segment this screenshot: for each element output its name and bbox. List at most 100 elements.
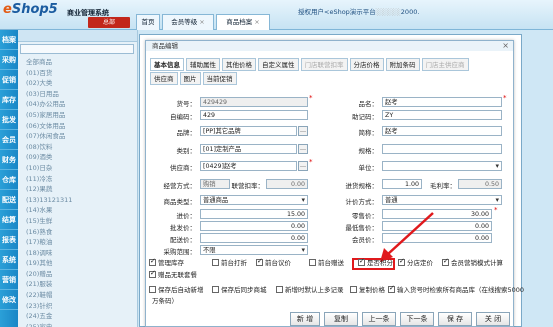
checkbox[interactable] [358,257,365,266]
nav-report[interactable]: 报表 [0,230,18,250]
tree-item[interactable]: (06)文体用品 [26,121,134,132]
supplier-browse-button[interactable]: … [298,161,308,171]
checkbox-option[interactable]: 新增时默认上多记录 [276,286,344,295]
tree-item[interactable]: (07)休闲食品 [26,131,134,142]
dialog-tab[interactable]: 辅助属性 [186,58,220,71]
dialog-tab[interactable]: 附加条码 [385,58,420,71]
category-field[interactable]: [01]定制产品 [200,144,297,154]
checkbox[interactable] [398,257,405,266]
tree-item[interactable]: (18)调味 [26,248,134,259]
tree-item[interactable]: (17)粮油 [26,237,134,248]
tree-item[interactable]: (10)日杂 [26,163,134,174]
nav-inventory[interactable]: 库存 [0,90,18,110]
dialog-tab[interactable]: 门店联营扣率 [300,58,348,71]
checkbox-option[interactable]: 复制价格 [350,286,385,295]
short-name-field[interactable]: 赵考 [382,126,502,136]
checkbox-option[interactable]: 前台议价 [256,257,291,268]
tree-item[interactable]: (05)家居用品 [26,110,134,121]
checkbox[interactable] [442,257,449,266]
mnemonic-field[interactable]: ZY [382,110,502,120]
tree-item[interactable]: (12)果蔬 [26,184,134,195]
tree-item[interactable]: (21)服装 [26,279,134,290]
close-icon[interactable]: × [199,18,204,26]
hq-button[interactable]: 总部 [88,17,130,28]
checkbox[interactable] [149,257,156,266]
nav-finance[interactable]: 财务 [0,150,18,170]
dialog-tab[interactable]: 门店主供应商 [421,58,469,71]
tree-filter-select[interactable] [20,44,134,54]
price-type-select[interactable]: 普通 [382,195,502,205]
tab-item-archive[interactable]: 商品档案 × [216,14,270,30]
tree-item[interactable]: (13)13121311 [26,195,134,206]
checkbox-option[interactable]: 是否积分 [358,257,393,268]
close-icon[interactable]: × [254,18,259,26]
tree-item[interactable]: (22)鞋帽 [26,290,134,301]
gross-rate-field[interactable]: 0.50 [458,179,502,189]
checkbox[interactable] [388,284,395,293]
brand-browse-button[interactable]: … [298,126,308,136]
new-button[interactable]: 新 增 [290,312,320,326]
tree-item[interactable]: (08)饮料 [26,142,134,153]
tree-item[interactable]: (25)家电 [26,322,134,327]
checkbox[interactable] [350,286,357,293]
nav-warehouse[interactable]: 仓库 [0,170,18,190]
nav-promotion[interactable]: 促销 [0,70,18,90]
close-button[interactable]: 关 闭 [476,312,510,326]
checkbox-option[interactable]: 输入货号时检索所有商品库（在线搜索5000 [388,284,524,295]
tree-item[interactable]: (03)日用品 [26,89,134,100]
tree-item[interactable]: (04)办公用品 [26,99,134,110]
checkbox[interactable] [212,259,219,266]
checkbox-option[interactable]: 保存后自动新增 [149,286,204,295]
min-price-field[interactable]: 0.00 [382,221,492,231]
tree-item[interactable]: (23)针织 [26,301,134,312]
tree-item[interactable]: (02)大类 [26,78,134,89]
tree-item[interactable]: (01)百货 [26,68,134,79]
checkbox-option[interactable]: 前台打折 [212,259,247,268]
member-price-field[interactable]: 0.00 [382,233,492,243]
checkbox[interactable] [276,286,283,293]
tree-item[interactable]: (19)其他 [26,258,134,269]
tree-item[interactable]: (11)冷冻 [26,174,134,185]
tree-item[interactable]: (16)熟食 [26,227,134,238]
dialog-tab[interactable]: 图片 [179,72,201,85]
nav-system[interactable]: 系统 [0,250,18,270]
joint-rate-field[interactable]: 0.00 [266,179,308,189]
prev-button[interactable]: 上一条 [362,312,396,326]
wholesale-price-field[interactable]: 0.00 [200,221,308,231]
name-field[interactable]: 赵考 [382,97,502,107]
dialog-tab[interactable]: 基本信息 [150,58,184,71]
dist-price-field[interactable]: 0.00 [200,233,308,243]
copy-button[interactable]: 复制 [324,312,358,326]
checkbox-option[interactable]: 保存后同步商城 [212,286,267,295]
nav-purchase[interactable]: 采购 [0,50,18,70]
tree-item[interactable]: (20)赠品 [26,269,134,280]
checkbox-option[interactable]: 会员营销模式计算 [442,257,503,268]
checkbox-option[interactable]: 分店定价 [398,257,433,268]
nav-member[interactable]: 会员 [0,130,18,150]
in-spec-field[interactable]: 1.00 [382,179,422,189]
nav-distribution[interactable]: 配送 [0,190,18,210]
checkbox-option[interactable]: 前台赠送 [309,259,344,268]
tree-item[interactable]: 全部商品 [26,57,134,68]
tree-item[interactable]: (14)水果 [26,205,134,216]
checkbox[interactable] [149,269,156,278]
nav-marketing[interactable]: 营销 [0,270,18,290]
spec-field[interactable] [382,144,502,154]
nav-settlement[interactable]: 结算 [0,210,18,230]
tree-item[interactable]: (09)酒类 [26,152,134,163]
dialog-tab[interactable]: 当前促销 [202,72,237,85]
tab-home[interactable]: 首页 [136,14,160,30]
nav-archive[interactable]: 档案 [0,30,18,50]
tree-item[interactable]: (15)生鲜 [26,216,134,227]
item-no-field[interactable]: 429429 [200,97,308,107]
brand-field[interactable]: [PP]其它品牌 [200,126,297,136]
dialog-tab[interactable]: 供应商 [150,72,178,85]
dialog-tab[interactable]: 其他价格 [222,58,256,71]
checkbox-option[interactable]: 赠品无联套餐 [149,269,197,280]
supplier-field[interactable]: [0429]赵考 [200,161,297,171]
nav-wholesale[interactable]: 批发 [0,110,18,130]
checkbox[interactable] [309,259,316,266]
checkbox-option[interactable]: 管理库存 [149,257,184,268]
checkbox[interactable] [256,257,263,266]
save-button[interactable]: 保 存 [438,312,472,326]
